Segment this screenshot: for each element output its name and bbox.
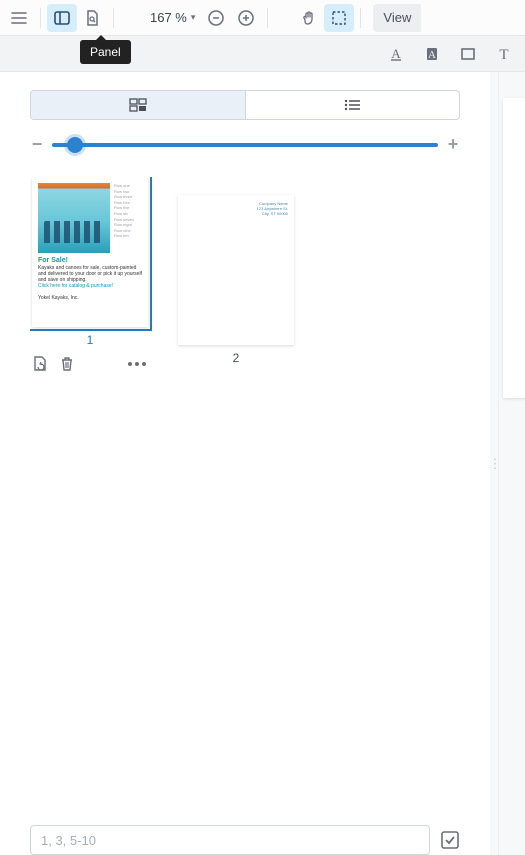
free-text-button[interactable]: T: [487, 40, 521, 68]
thumbnail-size-slider[interactable]: [52, 143, 438, 147]
zoom-in-icon: [237, 9, 255, 27]
thumbnail-actions: [30, 355, 150, 373]
zoom-in-button[interactable]: [231, 4, 261, 32]
pan-button[interactable]: [294, 4, 324, 32]
svg-text:A: A: [391, 46, 401, 61]
page-range-input[interactable]: [30, 825, 430, 855]
thumbnail-page-2[interactable]: Company Name 123 Anywhere St. City, ST 0…: [178, 195, 294, 345]
panel-toggle-button[interactable]: [47, 4, 77, 32]
underline-icon: A: [387, 45, 405, 63]
separator: [360, 8, 361, 28]
top-toolbar: 167 % ▾ View: [0, 0, 525, 36]
svg-text:T: T: [499, 47, 508, 63]
thumbnail-list: Row one Row two Row three Row four Row f…: [30, 177, 460, 801]
thumbnail-image-icon: [38, 183, 110, 253]
menu-icon: [10, 9, 28, 27]
thumbnail-body: Kayaks and canoes for sale, custom-paint…: [38, 265, 142, 283]
zoom-value: 167 %: [150, 10, 187, 25]
thumbnail-headline: For Sale!: [38, 257, 142, 265]
thumbnail-size-slider-row: − +: [30, 134, 460, 155]
more-actions-button[interactable]: [124, 355, 150, 373]
view-label: View: [383, 10, 411, 25]
underline-button[interactable]: A: [379, 40, 413, 68]
slider-decrease-button[interactable]: −: [30, 134, 44, 155]
checkbox-icon: [440, 830, 460, 850]
thumbnail-addr-line: City, ST 00000: [184, 211, 288, 216]
panel-icon: [53, 9, 71, 27]
rectangle-button[interactable]: [451, 40, 485, 68]
thumbnail-item: Row one Row two Row three Row four Row f…: [30, 177, 150, 373]
thumbnail-number: 1: [87, 333, 94, 347]
page-select-row: [0, 815, 490, 855]
view-menu-button[interactable]: View: [373, 4, 421, 32]
document-viewport[interactable]: [498, 72, 525, 855]
page-search-button[interactable]: [77, 4, 107, 32]
menu-button[interactable]: [4, 4, 34, 32]
svg-text:A: A: [428, 49, 436, 61]
chevron-down-icon: ▾: [191, 12, 196, 23]
thumbnail-grid-icon: [129, 98, 147, 112]
zoom-out-button[interactable]: [201, 4, 231, 32]
trash-icon: [58, 355, 76, 373]
separator: [40, 8, 41, 28]
outline-list-icon: [343, 98, 361, 112]
rotate-page-button[interactable]: [30, 355, 48, 373]
zoom-dropdown[interactable]: 167 % ▾: [144, 4, 201, 32]
separator: [267, 8, 268, 28]
thumbnail-mode-tab[interactable]: [31, 91, 245, 119]
thumbnail-page-1[interactable]: Row one Row two Row three Row four Row f…: [32, 177, 148, 327]
panel-resize-handle[interactable]: ⋮: [490, 72, 498, 855]
separator: [113, 8, 114, 28]
main-area: − + Row one Row two Row three Row four: [0, 72, 525, 855]
page-search-icon: [83, 9, 101, 27]
hand-icon: [300, 9, 318, 27]
thumbnail-item: Company Name 123 Anywhere St. City, ST 0…: [178, 195, 294, 365]
thumbnail-number: 2: [233, 351, 240, 365]
document-page-edge: [503, 98, 525, 398]
rectangle-icon: [459, 45, 477, 63]
panel-mode-tabs: [30, 90, 460, 120]
thumbnail-side-column: Row one Row two Row three Row four Row f…: [114, 183, 142, 239]
tooltip-panel: Panel: [80, 40, 131, 64]
annotation-toolbar: A A T: [0, 36, 525, 72]
thumbnail-link: Click here for catalog & purchase!: [38, 283, 142, 289]
highlight-button[interactable]: A: [415, 40, 449, 68]
highlight-icon: A: [423, 45, 441, 63]
zoom-out-icon: [207, 9, 225, 27]
slider-increase-button[interactable]: +: [446, 134, 460, 155]
marquee-select-icon: [330, 9, 348, 27]
slider-thumb[interactable]: [67, 137, 83, 153]
rotate-icon: [30, 355, 48, 373]
outline-mode-tab[interactable]: [245, 91, 460, 119]
thumbnail-panel: − + Row one Row two Row three Row four: [0, 72, 490, 855]
delete-page-button[interactable]: [58, 355, 76, 373]
select-button[interactable]: [324, 4, 354, 32]
apply-page-range-button[interactable]: [440, 830, 460, 850]
text-icon: T: [495, 45, 513, 63]
thumbnail-signature: Yokel Kayaks, Inc.: [38, 295, 142, 301]
tooltip-text: Panel: [90, 45, 121, 59]
